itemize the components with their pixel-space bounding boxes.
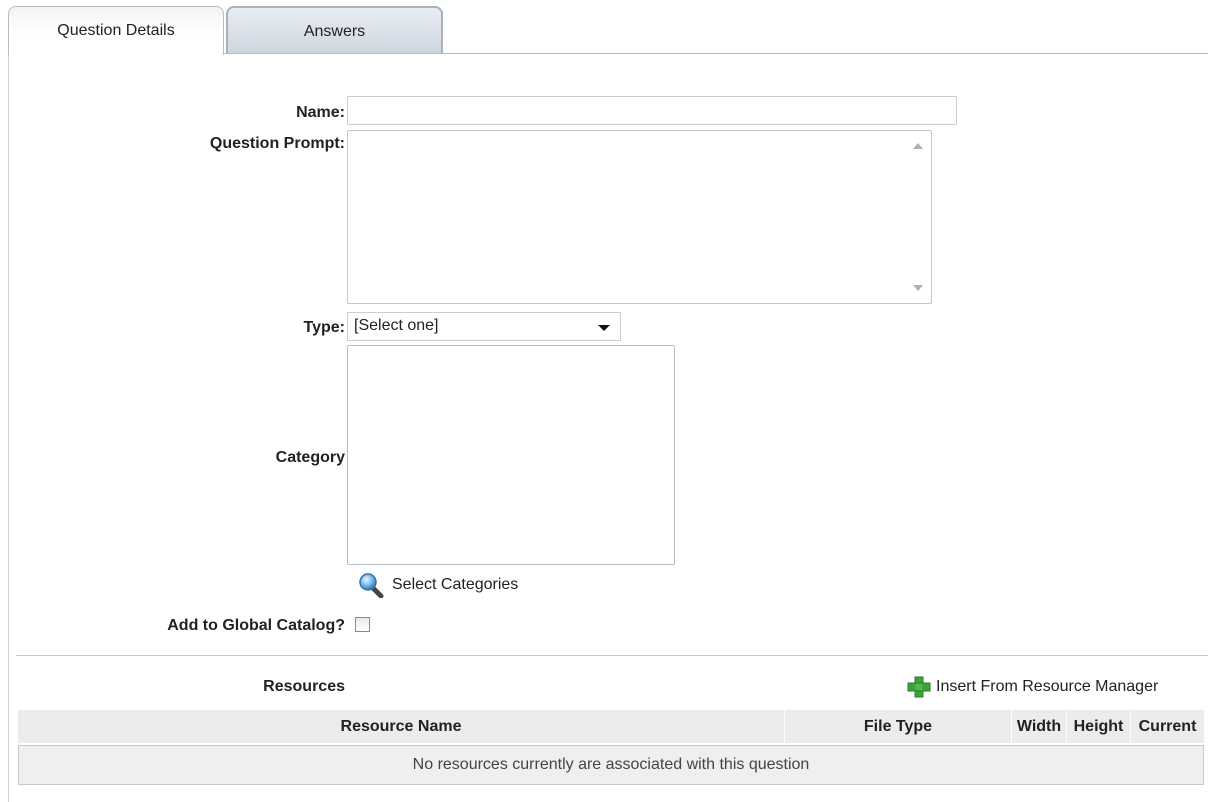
name-label: Name: [296, 104, 345, 121]
panel-border [8, 53, 9, 802]
global-catalog-label: Add to Global Catalog? [167, 617, 345, 634]
category-list[interactable] [347, 345, 675, 565]
global-catalog-checkbox[interactable] [355, 617, 370, 632]
type-select[interactable]: [Select one] [347, 312, 621, 341]
question-prompt-textarea[interactable] [347, 130, 932, 304]
resources-title: Resources [263, 678, 345, 695]
chevron-down-icon [598, 325, 610, 331]
column-file-type[interactable]: File Type [785, 710, 1011, 743]
select-categories-link[interactable]: Select Categories [358, 572, 518, 598]
category-label: Category [275, 449, 345, 466]
select-categories-label: Select Categories [392, 576, 519, 593]
tab-answers[interactable]: Answers [226, 6, 443, 53]
resources-table-header: Resource Name File Type Width Height Cur… [18, 710, 1204, 743]
tab-label: Question Details [57, 22, 175, 39]
type-selected-value: [Select one] [354, 317, 439, 334]
scroll-up-icon[interactable] [913, 143, 923, 149]
resources-empty-message: No resources currently are associated wi… [18, 745, 1204, 785]
scroll-down-icon[interactable] [913, 285, 923, 291]
tab-question-details[interactable]: Question Details [8, 6, 224, 55]
insert-from-resource-manager-link[interactable]: Insert From Resource Manager [906, 676, 1158, 698]
question-prompt-label: Question Prompt: [209, 135, 345, 152]
type-label: Type: [303, 319, 345, 336]
name-input[interactable] [347, 96, 957, 125]
column-current[interactable]: Current [1131, 710, 1204, 743]
section-divider [16, 655, 1208, 656]
green-plus-icon [907, 676, 931, 698]
magnifier-icon [359, 573, 384, 598]
insert-label: Insert From Resource Manager [936, 678, 1159, 695]
tab-label: Answers [303, 23, 366, 40]
column-height[interactable]: Height [1067, 710, 1130, 743]
column-width[interactable]: Width [1012, 710, 1066, 743]
column-resource-name[interactable]: Resource Name [18, 710, 784, 743]
